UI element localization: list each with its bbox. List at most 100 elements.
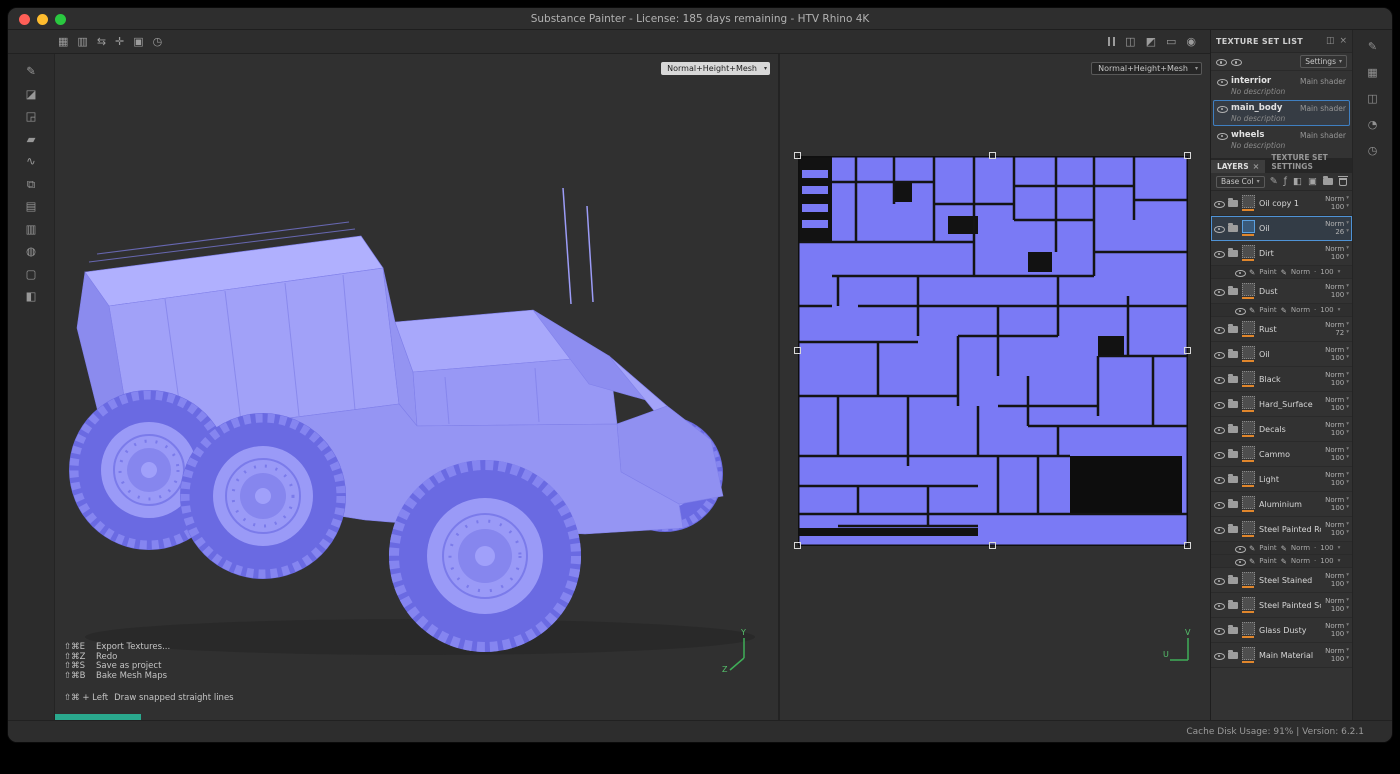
shelf-panel-icon[interactable]: ▦: [1367, 66, 1377, 79]
eye-icon[interactable]: [1216, 58, 1226, 66]
eye-icon[interactable]: [1214, 400, 1224, 408]
eye-icon[interactable]: [1214, 576, 1224, 584]
symmetry-icon[interactable]: ⇆: [97, 36, 106, 47]
layer-blend-mode[interactable]: Norm▾: [1325, 598, 1349, 605]
add-fill-layer-icon[interactable]: ◧: [1293, 177, 1302, 187]
layer-row[interactable]: Dust Norm▾ 100▾: [1211, 279, 1352, 304]
eye-icon[interactable]: [1214, 199, 1224, 207]
layer-row[interactable]: Decals Norm▾ 100▾: [1211, 417, 1352, 442]
eraser-tool-icon[interactable]: ◪: [26, 89, 37, 101]
layer-thumbnail[interactable]: [1242, 572, 1255, 588]
layer-blend-mode[interactable]: Norm▾: [1325, 284, 1349, 291]
paint-effect-row[interactable]: ✎ Paint ✎ Norm · 100 ▾: [1211, 542, 1352, 555]
dock-panel-icon[interactable]: ◫: [1326, 37, 1335, 46]
layer-blend-mode[interactable]: Norm▾: [1325, 497, 1349, 504]
layer-opacity[interactable]: 100▾: [1331, 292, 1349, 299]
close-panel-icon[interactable]: ×: [1339, 37, 1347, 46]
paint-effect-row[interactable]: ✎ Paint ✎ Norm · 100 ▾: [1211, 304, 1352, 317]
layer-opacity[interactable]: 100▾: [1331, 254, 1349, 261]
transform-handle[interactable]: [794, 152, 801, 159]
eye-icon[interactable]: [1235, 268, 1245, 276]
layer-row[interactable]: Oil Norm▾ 100▾: [1211, 342, 1352, 367]
eye-icon[interactable]: [1214, 325, 1224, 333]
layer-opacity[interactable]: 100▾: [1331, 581, 1349, 588]
layer-name[interactable]: Light: [1259, 475, 1321, 484]
close-window-button[interactable]: [19, 14, 30, 25]
minimize-window-button[interactable]: [37, 14, 48, 25]
texture-set-name[interactable]: wheels: [1231, 130, 1264, 140]
eye-icon[interactable]: [1217, 104, 1227, 112]
layer-row[interactable]: ✎ Paint ✎ Norm · 100 ▾: [1211, 304, 1352, 317]
layer-thumbnail[interactable]: [1242, 283, 1255, 299]
layer-thumbnail[interactable]: [1242, 371, 1255, 387]
layer-opacity[interactable]: 100▾: [1331, 631, 1349, 638]
layer-blend-mode[interactable]: Norm▾: [1325, 522, 1349, 529]
crosshair-icon[interactable]: ✛: [115, 36, 124, 47]
layer-row[interactable]: ✎ Paint ✎ Norm · 100 ▾: [1211, 555, 1352, 568]
eye-icon[interactable]: [1214, 651, 1224, 659]
layer-row[interactable]: Steel Painted Scra... Norm▾ 100▾: [1211, 593, 1352, 618]
layer-opacity[interactable]: 100▾: [1331, 355, 1349, 362]
stencil-icon[interactable]: ◍: [26, 246, 36, 258]
smudge-tool-icon[interactable]: ∿: [26, 156, 36, 168]
eye-icon[interactable]: [1214, 375, 1224, 383]
viewport-3d[interactable]: Normal+Height+Mesh ▾ ⇧⌘E Export Textures…: [55, 54, 778, 720]
layer-row[interactable]: ✎ Paint ✎ Norm · 100 ▾: [1211, 266, 1352, 279]
tab-texture-set-settings[interactable]: TEXTURE SET SETTINGS: [1265, 151, 1352, 173]
eye-icon[interactable]: [1235, 544, 1245, 552]
layer-name[interactable]: Aluminium: [1259, 500, 1321, 509]
texture-set-shader[interactable]: Main shader: [1300, 104, 1346, 113]
layer-name[interactable]: Black: [1259, 375, 1321, 384]
layer-opacity[interactable]: 26▾: [1335, 229, 1349, 236]
layer-blend-mode[interactable]: Norm▾: [1325, 573, 1349, 580]
geometry-mask-icon[interactable]: ▤: [26, 201, 37, 213]
eye-icon[interactable]: [1214, 224, 1224, 232]
layer-thumbnail[interactable]: [1242, 622, 1255, 638]
pause-engine-icon[interactable]: [1108, 37, 1115, 46]
layer-name[interactable]: Oil: [1259, 224, 1321, 233]
layer-opacity[interactable]: 100▾: [1331, 405, 1349, 412]
tiles-icon[interactable]: ▦: [58, 36, 68, 47]
eye-icon[interactable]: [1214, 350, 1224, 358]
paint-opacity[interactable]: 100: [1320, 268, 1333, 276]
layer-name[interactable]: Main Material: [1259, 651, 1321, 660]
polygon-fill-tool-icon[interactable]: ▰: [27, 134, 36, 146]
paint-blend-mode[interactable]: Norm: [1291, 557, 1310, 565]
history-panel-icon[interactable]: ◷: [1368, 144, 1378, 157]
eye-icon[interactable]: [1214, 601, 1224, 609]
layer-thumbnail[interactable]: [1242, 346, 1255, 362]
paint-opacity[interactable]: 100: [1320, 306, 1333, 314]
layer-thumbnail[interactable]: [1242, 647, 1255, 663]
layer-row[interactable]: Glass Dusty Norm▾ 100▾: [1211, 618, 1352, 643]
paint-effect-row[interactable]: ✎ Paint ✎ Norm · 100 ▾: [1211, 266, 1352, 279]
uv-layout-sheet[interactable]: [798, 156, 1188, 546]
layer-thumbnail[interactable]: [1242, 195, 1255, 211]
layer-row[interactable]: Rust Norm▾ 72▾: [1211, 317, 1352, 342]
layer-opacity[interactable]: 100▾: [1331, 530, 1349, 537]
layer-thumbnail[interactable]: [1242, 421, 1255, 437]
paint-blend-mode[interactable]: Norm: [1291, 544, 1310, 552]
texture-set-name[interactable]: main_body: [1231, 103, 1282, 113]
layer-thumbnail[interactable]: [1242, 446, 1255, 462]
layer-opacity[interactable]: 100▾: [1331, 505, 1349, 512]
layer-name[interactable]: Oil copy 1: [1259, 199, 1321, 208]
split-view-icon[interactable]: ◫: [1125, 36, 1135, 47]
layer-row[interactable]: Hard_Surface Norm▾ 100▾: [1211, 392, 1352, 417]
projection-tool-icon[interactable]: ◲: [26, 111, 37, 123]
layer-blend-mode[interactable]: Norm▾: [1325, 246, 1349, 253]
layer-blend-mode[interactable]: Norm▾: [1325, 447, 1349, 454]
layer-blend-mode[interactable]: Norm▾: [1325, 648, 1349, 655]
eye-icon[interactable]: [1235, 306, 1245, 314]
close-icon[interactable]: ×: [1253, 162, 1260, 171]
eye-icon[interactable]: [1217, 77, 1227, 85]
layer-name[interactable]: Steel Stained: [1259, 576, 1321, 585]
display-settings-icon[interactable]: ◧: [26, 291, 37, 303]
layer-row[interactable]: ✎ Paint ✎ Norm · 100 ▾: [1211, 542, 1352, 555]
paint-effect-row[interactable]: ✎ Paint ✎ Norm · 100 ▾: [1211, 555, 1352, 568]
transform-handle[interactable]: [1184, 152, 1191, 159]
eye-icon[interactable]: [1217, 131, 1227, 139]
frame-icon[interactable]: ▣: [133, 36, 143, 47]
add-effect-icon[interactable]: ƒ: [1284, 177, 1287, 187]
paint-blend-mode[interactable]: Norm: [1291, 268, 1310, 276]
layer-thumbnail[interactable]: [1242, 396, 1255, 412]
